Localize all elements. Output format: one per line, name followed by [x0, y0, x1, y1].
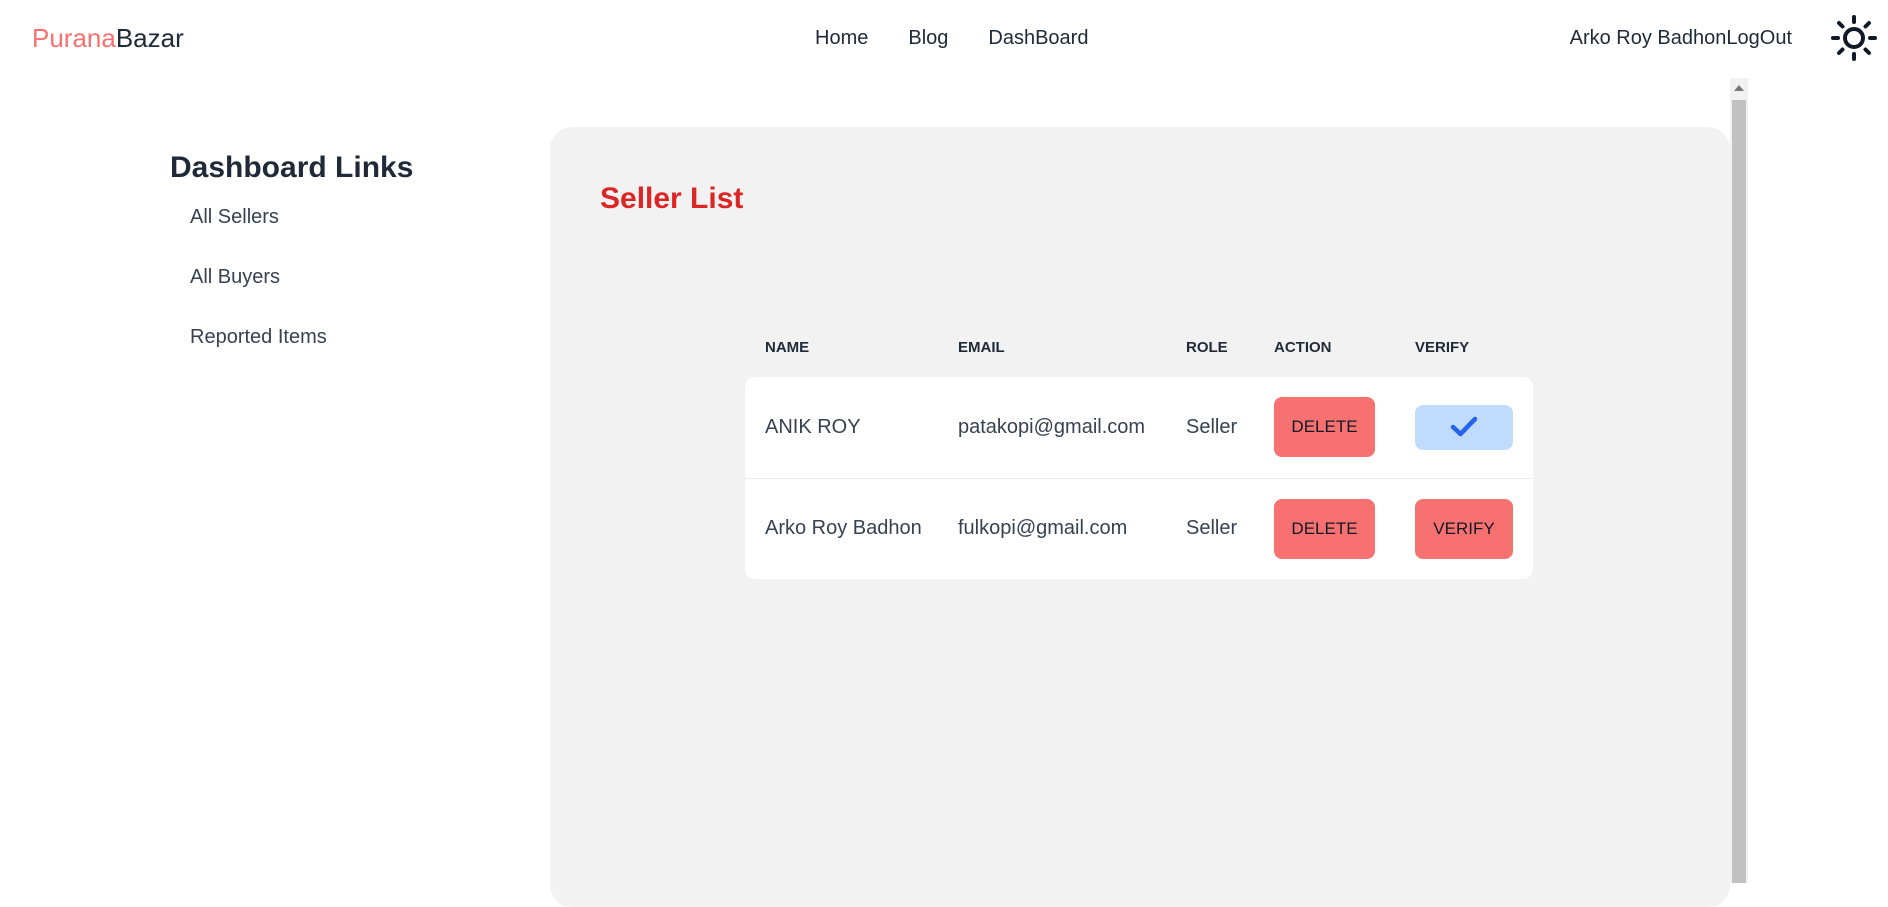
site-logo[interactable]: PuranaBazar	[32, 22, 184, 54]
dashboard-sidebar: Dashboard Links All Sellers All Buyers R…	[170, 148, 530, 382]
table-row: Arko Roy Badhon fulkopi@gmail.com Seller…	[745, 477, 1533, 579]
logout-link[interactable]: LogOut	[1726, 23, 1792, 53]
page-scrollbar[interactable]	[1730, 78, 1748, 883]
column-header-action: Action	[1274, 338, 1332, 356]
sun-icon	[1831, 15, 1877, 61]
verify-cell: VERIFY	[1395, 477, 1533, 579]
sidebar-item-all-buyers[interactable]: All Buyers	[170, 262, 530, 292]
verify-cell	[1395, 377, 1533, 478]
theme-toggle-button[interactable]	[1830, 14, 1878, 62]
scroll-up-arrow-icon[interactable]	[1730, 78, 1748, 98]
user-area: Arko Roy Badhon LogOut	[1570, 23, 1792, 53]
top-navbar: PuranaBazar Home Blog DashBoard Arko Roy…	[0, 0, 1888, 78]
sidebar-item-all-sellers[interactable]: All Sellers	[170, 202, 530, 232]
verified-button[interactable]	[1415, 404, 1513, 450]
logo-part-purana: Purana	[32, 23, 116, 53]
user-name: Arko Roy Badhon	[1569, 27, 1727, 49]
table-row: ANIK ROY patakopi@gmail.com Seller DELET…	[745, 377, 1533, 478]
seller-name: Arko Roy Badhon	[745, 477, 938, 579]
column-header-verify: Verify	[1415, 338, 1470, 356]
action-cell: DELETE	[1254, 477, 1395, 579]
nav-link-blog[interactable]: Blog	[888, 23, 968, 53]
column-header-email: Email	[958, 338, 1005, 356]
seller-email: fulkopi@gmail.com	[938, 477, 1166, 579]
seller-role: Seller	[1186, 415, 1238, 438]
main-panel: Seller List Name Email Role Action Verif…	[550, 127, 1730, 907]
seller-table-container: Name Email Role Action Verify ANIK ROY p…	[745, 287, 1533, 579]
page-title: Seller List	[600, 182, 744, 215]
delete-button[interactable]: DELETE	[1274, 498, 1375, 559]
column-header-name: Name	[765, 338, 810, 356]
delete-button[interactable]: DELETE	[1274, 397, 1375, 458]
sidebar-title: Dashboard Links	[170, 151, 414, 184]
nav-link-dashboard[interactable]: DashBoard	[968, 23, 1108, 53]
column-header-role: Role	[1186, 338, 1228, 356]
seller-email: patakopi@gmail.com	[958, 415, 1146, 438]
logo-part-bazar: Bazar	[115, 23, 184, 53]
table-header: Name Email Role Action Verify	[745, 287, 1533, 377]
check-icon	[1450, 417, 1478, 437]
verify-button[interactable]: VERIFY	[1415, 498, 1513, 559]
nav-link-home[interactable]: Home	[795, 23, 888, 53]
action-cell: DELETE	[1254, 377, 1395, 478]
seller-name: ANIK ROY	[765, 415, 861, 438]
scrollbar-thumb[interactable]	[1732, 100, 1746, 883]
main-nav: Home Blog DashBoard	[795, 23, 1108, 53]
sidebar-item-reported-items[interactable]: Reported Items	[170, 322, 530, 352]
seller-table: Name Email Role Action Verify ANIK ROY p…	[745, 287, 1533, 579]
seller-role: Seller	[1166, 477, 1254, 579]
